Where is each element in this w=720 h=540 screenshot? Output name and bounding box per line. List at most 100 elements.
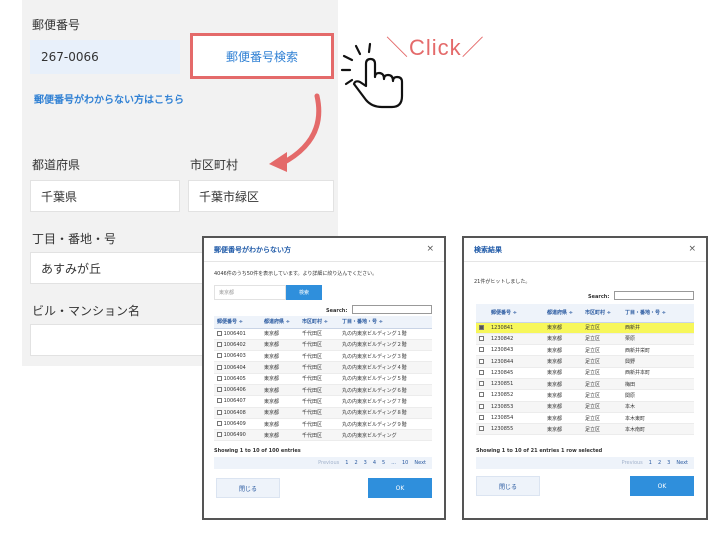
page-link[interactable]: 3: [364, 460, 367, 466]
table-cell: 1230845: [488, 367, 544, 379]
unknown-postal-link[interactable]: 郵便番号がわからない方はこちら: [34, 91, 184, 106]
page-link[interactable]: 1: [649, 460, 652, 466]
row-checkbox[interactable]: [217, 353, 222, 359]
table-cell: 足立区: [582, 412, 622, 425]
page-link[interactable]: ...: [391, 460, 396, 466]
table-row[interactable]: 1006405 東京都 千代田区 丸の内東京ビルディング５階: [214, 373, 432, 385]
table-row[interactable]: 1230844 東京都 足立区 興野: [476, 355, 694, 368]
column-header-postal[interactable]: 郵便番号 ÷: [488, 304, 544, 323]
row-checkbox[interactable]: [479, 381, 484, 387]
table-row[interactable]: 1006407 東京都 千代田区 丸の内東京ビルディング７階: [214, 395, 432, 408]
table-row[interactable]: 1230853 東京都 足立区 本木: [476, 401, 694, 413]
building-label: ビル・マンション名: [32, 304, 141, 318]
table-row[interactable]: 1230845 東京都 足立区 西新井本町: [476, 367, 694, 379]
table-row[interactable]: 1230841 東京都 足立区 西新井: [476, 322, 694, 334]
table-row[interactable]: 1230842 東京都 足立区 栗原: [476, 333, 694, 346]
page-link[interactable]: 3: [667, 460, 670, 466]
table-row[interactable]: 1230852 東京都 足立区 関原: [476, 389, 694, 402]
prefecture-field[interactable]: 千葉県: [30, 180, 180, 212]
row-checkbox[interactable]: [217, 421, 222, 427]
table-cell: 足立区: [582, 378, 622, 391]
page-link[interactable]: 1: [345, 460, 348, 466]
table-row[interactable]: 1006401 東京都 千代田区 丸の内東京ビルディング１階: [214, 328, 432, 340]
page-link[interactable]: Previous: [622, 460, 643, 466]
column-header-postal[interactable]: 郵便番号 ÷: [214, 316, 261, 329]
row-checkbox[interactable]: [479, 403, 484, 409]
table-row[interactable]: 1006404 東京都 千代田区 丸の内東京ビルディング４階: [214, 361, 432, 374]
row-checkbox[interactable]: [217, 387, 222, 393]
table-cell: 千代田区: [299, 384, 339, 397]
close-button[interactable]: 閉じる: [476, 476, 540, 496]
ok-button[interactable]: OK: [630, 476, 694, 496]
building-field[interactable]: [30, 324, 206, 356]
row-checkbox[interactable]: [479, 369, 484, 375]
table-row[interactable]: 1230851 東京都 足立区 梅田: [476, 378, 694, 391]
table-row[interactable]: 1006403 東京都 千代田区 丸の内東京ビルディング３階: [214, 350, 432, 363]
table-search-input[interactable]: [614, 291, 694, 300]
row-checkbox[interactable]: [479, 392, 484, 398]
table-row[interactable]: 1006408 東京都 千代田区 丸の内東京ビルディング８階: [214, 407, 432, 419]
row-checkbox[interactable]: [217, 398, 222, 404]
column-header-prefecture[interactable]: 都道府県 ÷: [261, 316, 299, 329]
row-checkbox[interactable]: [217, 341, 222, 347]
table-cell: 足立区: [582, 333, 622, 346]
page-link[interactable]: 2: [354, 460, 357, 466]
page-link[interactable]: Next: [414, 460, 426, 466]
table-cell: 千代田区: [299, 328, 339, 340]
table-row[interactable]: 1230843 東京都 足立区 西新井栄町: [476, 344, 694, 357]
street-field[interactable]: あすみが丘: [30, 252, 206, 284]
row-checkbox[interactable]: [217, 364, 222, 370]
city-field[interactable]: 千葉市緑区: [188, 180, 334, 212]
table-cell: 丸の内東京ビルディング１階: [339, 328, 432, 340]
row-checkbox[interactable]: [479, 335, 484, 341]
postal-search-button[interactable]: 郵便番号検索: [190, 33, 334, 79]
page-link[interactable]: 10: [402, 460, 408, 466]
close-icon[interactable]: ×: [688, 244, 696, 254]
results-table: 郵便番号 ÷ 都道府県 ÷ 市区町村 ÷ 丁目・番地・号 ÷ 1230841 東京…: [476, 304, 694, 436]
table-cell: 本木: [622, 401, 694, 413]
column-header-prefecture[interactable]: 都道府県 ÷: [544, 304, 582, 323]
table-row[interactable]: 1006402 東京都 千代田区 丸の内東京ビルディング２階: [214, 339, 432, 352]
row-checkbox[interactable]: [479, 415, 484, 421]
close-button[interactable]: 閉じる: [216, 478, 280, 498]
row-checkbox[interactable]: [217, 432, 222, 438]
prefecture-filter-input[interactable]: 東京都: [214, 285, 286, 300]
table-cell: 本木東町: [622, 412, 694, 425]
postal-code-label: 郵便番号: [32, 18, 81, 32]
table-cell: 東京都: [261, 328, 299, 340]
table-cell: 1006490: [214, 429, 261, 442]
column-header-city[interactable]: 市区町村 ÷: [582, 304, 622, 323]
table-cell: 1230844: [488, 355, 544, 368]
column-header-street[interactable]: 丁目・番地・号 ÷: [339, 316, 432, 329]
ok-button[interactable]: OK: [368, 478, 432, 498]
row-checkbox[interactable]: [217, 375, 222, 381]
close-icon[interactable]: ×: [426, 244, 434, 254]
prefecture-filter-placeholder: 東京都: [219, 290, 235, 296]
table-row[interactable]: 1230855 東京都 足立区 本木南町: [476, 423, 694, 436]
table-row[interactable]: 1006409 東京都 千代田区 丸の内東京ビルディング９階: [214, 418, 432, 431]
column-header-city[interactable]: 市区町村 ÷: [299, 316, 339, 329]
page-link[interactable]: 5: [382, 460, 385, 466]
page-link[interactable]: Next: [676, 460, 688, 466]
row-checkbox[interactable]: [479, 358, 484, 364]
postal-code-field[interactable]: 267-0066: [30, 40, 180, 74]
table-row[interactable]: 1006490 東京都 千代田区 丸の内東京ビルディング: [214, 429, 432, 442]
page-link[interactable]: 2: [658, 460, 661, 466]
row-checkbox[interactable]: [217, 409, 222, 415]
column-header-street[interactable]: 丁目・番地・号 ÷: [622, 304, 694, 323]
table-cell: 1006403: [214, 350, 261, 363]
row-checkbox[interactable]: [479, 324, 484, 330]
cell-text: 1006406: [223, 387, 246, 394]
search-button[interactable]: 検索: [286, 285, 322, 300]
table-cell: 丸の内東京ビルディング２階: [339, 339, 432, 352]
row-checkbox[interactable]: [217, 330, 222, 336]
row-checkbox[interactable]: [479, 347, 484, 353]
table-cell: 丸の内東京ビルディング４階: [339, 361, 432, 374]
page-link[interactable]: Previous: [318, 460, 339, 466]
table-row[interactable]: 1230854 東京都 足立区 本木東町: [476, 412, 694, 425]
table-row[interactable]: 1006406 東京都 千代田区 丸の内東京ビルディング６階: [214, 384, 432, 397]
table-search-input[interactable]: [352, 305, 432, 314]
page-link[interactable]: 4: [373, 460, 376, 466]
row-checkbox[interactable]: [479, 426, 484, 432]
table-cell: 足立区: [582, 389, 622, 402]
